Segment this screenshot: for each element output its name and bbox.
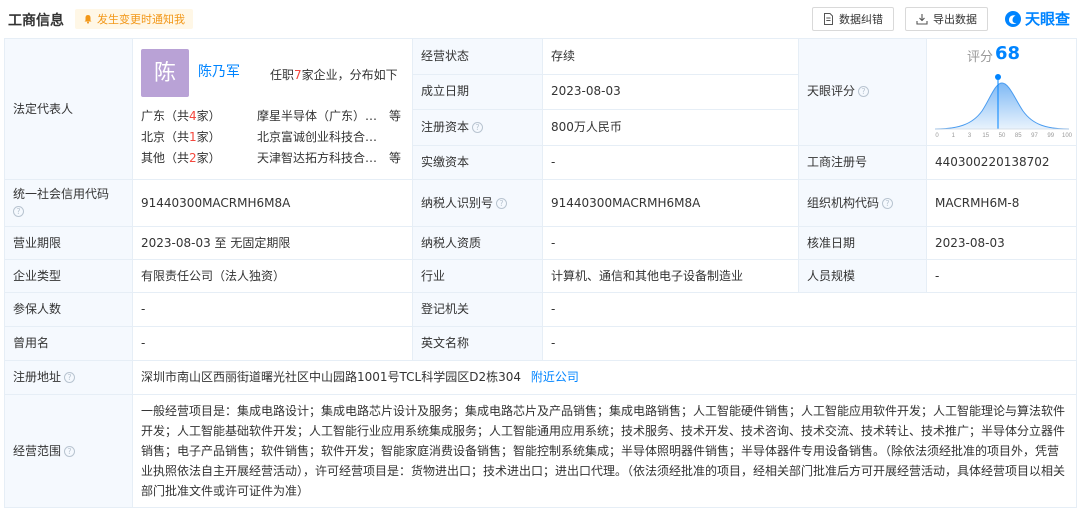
approval-label: 核准日期 [798, 226, 927, 260]
founded-label: 成立日期 [412, 73, 543, 111]
scope-cell: 一般经营项目是：集成电路设计；集成电路芯片设计及服务；集成电路芯片及产品销售；集… [132, 394, 1077, 508]
region-item[interactable]: 其他（共2家） 天津智达拓方科技合… 等 [141, 150, 403, 171]
help-icon[interactable]: ? [882, 197, 894, 209]
report-error-button[interactable]: 数据纠错 [812, 7, 894, 31]
term-value: 2023-08-03 至 无固定期限 [132, 226, 413, 260]
report-error-label: 数据纠错 [839, 13, 883, 26]
tianyan-score-label-cell: 天眼评分? [798, 38, 927, 146]
score-axis-tick: 0 [935, 133, 939, 139]
insured-label: 参保人数 [4, 292, 133, 327]
tenure-count: 7 [294, 68, 302, 82]
section-title: 工商信息 [8, 13, 64, 29]
tenure-text: 任职7家企业，分布如下 [270, 68, 398, 82]
staff-label: 人员规模 [798, 259, 927, 293]
region-company-link[interactable]: 北京富诚创业科技合… [257, 129, 381, 150]
region-item[interactable]: 北京（共1家） 北京富诚创业科技合… [141, 129, 403, 150]
score-axis-tick: 1 [952, 133, 956, 139]
score-axis-tick: 99 [1047, 133, 1054, 139]
staff-value: - [926, 259, 1077, 293]
former-name-label: 曾用名 [4, 326, 133, 361]
score-label: 评分 [967, 50, 994, 66]
notify-change-button[interactable]: 发生变更时通知我 [75, 9, 193, 29]
industry-value: 计算机、通信和其他电子设备制造业 [542, 259, 799, 293]
address-label-cell: 注册地址? [4, 360, 133, 395]
org-code-value: MACRMH6M-8 [926, 179, 1077, 227]
notify-label: 发生变更时通知我 [97, 13, 185, 26]
term-label: 营业期限 [4, 226, 133, 260]
credit-code-label-cell: 统一社会信用代码? [4, 179, 133, 227]
section-header: 工商信息 发生变更时通知我 数据纠错 导出数据 天眼查 [0, 0, 1080, 36]
bell-icon [84, 15, 92, 24]
paid-capital-value: - [542, 144, 799, 181]
score-axis-tick: 100 [1062, 133, 1073, 139]
help-icon[interactable]: ? [64, 445, 76, 457]
reg-capital-value: 800万人民币 [542, 109, 799, 146]
score-value: 68 [995, 43, 1021, 65]
score-axis-tick: 85 [1015, 133, 1022, 139]
taxpayer-qual-label: 纳税人资质 [412, 226, 543, 260]
approval-value: 2023-08-03 [926, 226, 1077, 260]
legal-rep-cell: 陈 陈乃军 任职7家企业，分布如下 广东（共4家） 摩星半导体（广东）… 等 北… [132, 38, 413, 180]
score-axis-tick: 15 [982, 133, 989, 139]
address-cell: 深圳市南山区西丽街道曙光社区中山园路1001号TCL科学园区D2栋304 附近公… [132, 360, 1077, 395]
authority-label: 登记机关 [412, 292, 543, 327]
taxpayer-id-value: 91440300MACRMH6M8A [542, 179, 799, 227]
paid-capital-label: 实缴资本 [412, 144, 543, 181]
scope-label-cell: 经营范围? [4, 394, 133, 508]
score-distribution-chart: 0 1 3 15 50 85 97 99 100 [934, 74, 1073, 139]
credit-code-value: 91440300MACRMH6M8A [132, 179, 413, 227]
address-value: 深圳市南山区西丽街道曙光社区中山园路1001号TCL科学园区D2栋304 [141, 370, 522, 384]
score-axis-tick: 50 [999, 133, 1006, 139]
region-item[interactable]: 广东（共4家） 摩星半导体（广东）… 等 [141, 108, 403, 129]
help-icon[interactable]: ? [13, 206, 24, 217]
status-value: 存续 [542, 38, 799, 75]
type-label: 企业类型 [4, 259, 133, 293]
taxpayer-qual-value: - [542, 226, 799, 260]
score-axis-tick: 3 [968, 133, 972, 139]
export-button[interactable]: 导出数据 [905, 7, 988, 31]
authority-value: - [542, 292, 1077, 327]
taxpayer-id-label-cell: 纳税人识别号? [412, 179, 543, 227]
status-label: 经营状态 [412, 38, 543, 75]
region-company-link[interactable]: 天津智达拓方科技合… [257, 150, 381, 171]
english-name-label: 英文名称 [412, 326, 543, 361]
founded-value: 2023-08-03 [542, 73, 799, 111]
legal-rep-label: 法定代表人 [4, 38, 133, 180]
download-icon [916, 14, 928, 25]
legal-rep-name-link[interactable]: 陈乃军 [198, 64, 240, 81]
type-value: 有限责任公司（法人独资） [132, 259, 413, 293]
score-cell[interactable]: 评分 68 0 1 3 15 50 85 97 99 100 [926, 38, 1077, 146]
help-icon[interactable]: ? [472, 121, 484, 133]
score-marker-icon [995, 74, 1001, 81]
help-icon[interactable]: ? [858, 86, 870, 98]
english-name-value: - [542, 326, 1077, 361]
reg-no-value: 440300220138702 [926, 144, 1077, 181]
nearby-companies-link[interactable]: 附近公司 [531, 370, 579, 384]
tianyancha-logo: 天眼查 [1004, 8, 1070, 29]
former-name-value: - [132, 326, 413, 361]
export-label: 导出数据 [933, 13, 977, 26]
logo-text: 天眼查 [1025, 10, 1071, 28]
industry-label: 行业 [412, 259, 543, 293]
reg-no-label: 工商注册号 [798, 144, 927, 181]
region-company-link[interactable]: 摩星半导体（广东）… [257, 108, 381, 129]
tianyancha-logo-icon [1005, 10, 1021, 27]
score-axis-tick: 97 [1031, 133, 1038, 139]
business-info-table: 法定代表人 陈 陈乃军 任职7家企业，分布如下 广东（共4家） 摩星半导体（广东… [4, 38, 1077, 508]
document-icon [824, 13, 833, 25]
scope-value: 一般经营项目是：集成电路设计；集成电路芯片设计及服务；集成电路芯片及产品销售；集… [141, 404, 1066, 498]
org-code-label-cell: 组织机构代码? [798, 179, 927, 227]
avatar[interactable]: 陈 [141, 49, 189, 97]
help-icon[interactable]: ? [64, 372, 76, 383]
insured-value: - [132, 292, 413, 327]
reg-capital-label-cell: 注册资本? [412, 109, 543, 146]
help-icon[interactable]: ? [496, 197, 508, 209]
region-list: 广东（共4家） 摩星半导体（广东）… 等 北京（共1家） 北京富诚创业科技合… … [141, 108, 403, 171]
